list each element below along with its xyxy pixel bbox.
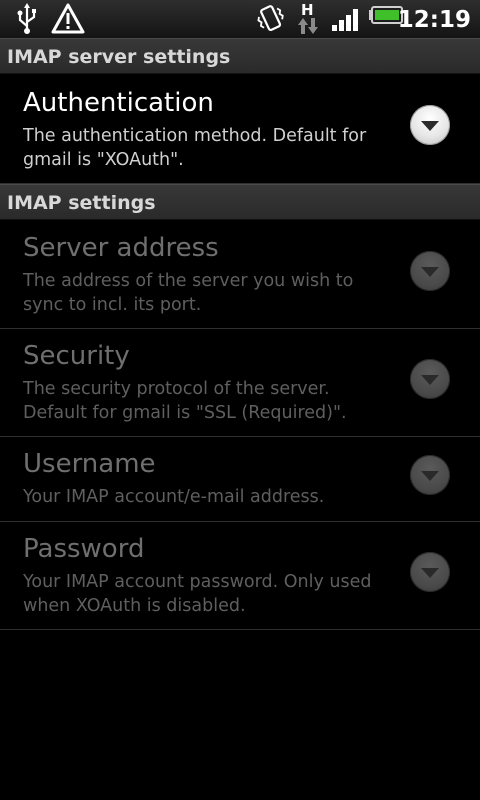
- pref-title: Server address: [23, 233, 219, 263]
- pref-title: Security: [23, 341, 130, 371]
- status-time: 12:19: [397, 7, 471, 33]
- chevron-down-icon: [410, 251, 450, 291]
- chevron-down-icon: [410, 359, 450, 399]
- pref-summary: The address of the server you wish to sy…: [23, 271, 354, 315]
- pref-summary: Your IMAP account/e-mail address.: [23, 487, 325, 507]
- pref-server-address: Server address The address of the server…: [0, 221, 480, 329]
- status-bar: H 12:19: [0, 0, 480, 38]
- pref-security: Security The security protocol of the se…: [0, 329, 480, 437]
- pref-username: Username Your IMAP account/e-mail addres…: [0, 437, 480, 522]
- signal-icon: [332, 9, 358, 31]
- pref-title: Username: [23, 449, 156, 479]
- section-header-imap-server-settings: IMAP server settings: [0, 38, 480, 74]
- pref-title: Password: [23, 534, 145, 564]
- chevron-down-icon: [410, 552, 450, 592]
- vibrate-icon: [257, 5, 284, 32]
- chevron-down-icon: [410, 455, 450, 495]
- usb-icon: [17, 3, 36, 34]
- pref-title: Authentication: [23, 88, 214, 118]
- section-header-imap-settings: IMAP settings: [0, 184, 480, 220]
- chevron-down-icon[interactable]: [410, 105, 450, 145]
- warning-icon: [51, 3, 85, 34]
- pref-summary: The authentication method. Default for g…: [23, 126, 367, 170]
- pref-summary: Your IMAP account password. Only used wh…: [23, 572, 372, 616]
- network-type-icon: H: [295, 0, 321, 38]
- pref-authentication[interactable]: Authentication The authentication method…: [0, 75, 480, 184]
- pref-password: Password Your IMAP account password. Onl…: [0, 522, 480, 630]
- pref-summary: The security protocol of the server. Def…: [23, 379, 347, 423]
